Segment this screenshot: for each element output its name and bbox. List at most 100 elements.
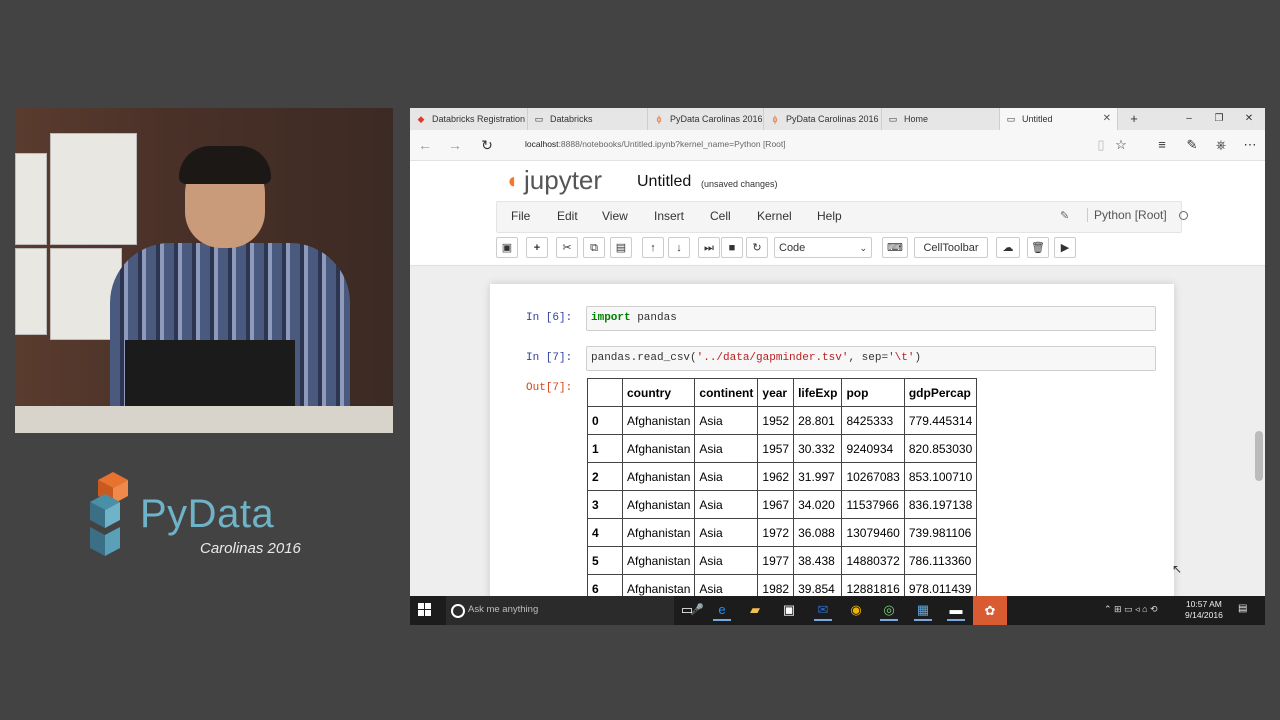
new-tab-button[interactable]: + [1124,108,1144,130]
move-down-button[interactable]: ↓ [668,237,690,258]
tab-home[interactable]: ▭ Home [882,108,1000,130]
tab-databricks-registration[interactable]: ◆ Databricks Registration [410,108,528,130]
cortana-search-box[interactable]: Ask me anything 🎤 [446,596,704,625]
input-prompt: In [7]: [526,352,573,364]
terminal-app-icon[interactable]: ▦ [914,601,932,621]
tab-untitled[interactable]: ▭ Untitled ✕ [1000,108,1118,130]
task-view-icon[interactable]: ▭ [678,601,696,619]
notification-icon[interactable]: ▤ [1238,603,1252,615]
close-window-button[interactable]: ✕ [1234,108,1264,130]
menu-edit[interactable]: Edit [557,209,578,223]
pydata-icon: ϕ [656,114,662,124]
more-icon[interactable]: ⋯ [1241,136,1259,154]
close-tab-icon[interactable]: ✕ [1103,108,1111,130]
table-cell: 1962 [757,462,795,491]
output-prompt: Out[7]: [526,382,573,394]
celltoolbar-button[interactable]: CellToolbar [914,237,988,258]
hub-icon[interactable]: ≡ [1153,136,1171,154]
edit-pencil-icon[interactable]: ✎ [1060,209,1069,222]
reading-view-icon[interactable]: ▯ [1092,136,1110,154]
tab-pydata-1[interactable]: ϕ PyData Carolinas 2016 [648,108,764,130]
table-cell: 13079460 [841,518,905,547]
present-button[interactable]: ▶ [1054,237,1076,258]
insert-cell-button[interactable]: + [526,237,548,258]
store-icon[interactable]: ▣ [780,601,798,619]
restore-button[interactable]: ❐ [1204,108,1234,130]
table-index-cell: 1 [587,434,623,463]
page-scrollbar[interactable] [1255,431,1263,481]
edge-browser-icon[interactable]: e [713,601,731,621]
menu-cell[interactable]: Cell [710,209,731,223]
web-note-icon[interactable]: ✎ [1183,136,1201,154]
table-cell: Afghanistan [621,462,696,491]
table-cell: 1952 [757,406,795,435]
delete-button[interactable]: 🗑 [1027,237,1049,258]
outlook-icon[interactable]: ✉ [814,601,832,621]
share-icon[interactable]: ⎈ [1212,136,1230,154]
tab-databricks[interactable]: ▭ Databricks [528,108,648,130]
tab-pydata-2[interactable]: ϕ PyData Carolinas 2016 [764,108,882,130]
pydata-wordmark: PyData [140,492,275,536]
step-forward-icon: ⏭ [704,242,714,254]
wall-poster [15,153,47,245]
table-cell: 1977 [757,546,795,575]
notebook-name[interactable]: Untitled [637,173,691,191]
table-cell: 31.997 [793,462,843,491]
menu-insert[interactable]: Insert [654,209,684,223]
jupyter-app-icon[interactable]: ✿ [973,596,1007,625]
menu-view[interactable]: View [602,209,628,223]
table-header-cell: lifeExp [793,378,843,407]
file-explorer-icon[interactable]: ▰ [746,601,764,619]
table-header-cell [587,378,623,407]
app-icon[interactable]: ◎ [880,601,898,621]
cell-type-select[interactable]: Code ⌄ [774,237,872,258]
table-index-cell: 5 [587,546,623,575]
back-button[interactable]: ← [414,135,436,155]
cloud-upload-icon: ☁ [1002,242,1014,254]
jupyter-logo-icon: ◖ [505,168,519,193]
minimize-button[interactable]: – [1174,108,1204,130]
search-placeholder: Ask me anything [468,604,539,615]
upload-button[interactable]: ☁ [996,237,1020,258]
menu-help[interactable]: Help [817,209,842,223]
menu-kernel[interactable]: Kernel [757,209,792,223]
restart-kernel-button[interactable]: ↻ [746,237,768,258]
databricks-icon: ◆ [417,114,425,124]
forward-button[interactable]: → [444,135,466,155]
table-cell: 820.853030 [903,434,978,463]
cortana-icon [451,604,465,618]
menu-file[interactable]: File [511,209,530,223]
table-cell: 779.445314 [903,406,978,435]
interrupt-button[interactable]: ■ [721,237,743,258]
url-field[interactable]: localhost:8888/notebooks/Untitled.ipynb?… [525,139,786,149]
chrome-icon[interactable]: ◉ [847,601,865,619]
chevron-down-icon: ⌄ [859,243,867,253]
copy-button[interactable]: ⧉ [583,237,605,258]
jupyter-logo[interactable]: ◖ jupyter [505,166,625,196]
tab-label: Databricks [550,114,593,124]
plus-icon: + [533,242,541,254]
move-up-button[interactable]: ↑ [642,237,664,258]
table-cell: Asia [694,490,759,519]
table-cell: Asia [694,406,759,435]
kernel-name: Python [Root] [1087,208,1167,222]
command-palette-button[interactable]: ⌨ [882,237,908,258]
paste-button[interactable]: ▤ [610,237,632,258]
code-cell-input[interactable]: import pandas [586,306,1156,331]
favorite-star-icon[interactable]: ☆ [1112,136,1130,154]
save-button[interactable]: ▣ [496,237,518,258]
system-tray-icons[interactable]: ⌃ ⊞ ▭ ◃ ⌂ ⟲ [1104,604,1158,615]
page-icon: ▭ [1006,114,1016,124]
code-cell-input[interactable]: pandas.read_csv('../data/gapminder.tsv',… [586,346,1156,371]
table-cell: 853.100710 [903,462,978,491]
run-cell-button[interactable]: ⏭ [698,237,720,258]
refresh-button[interactable]: ↻ [476,135,498,155]
page-icon: ▭ [534,114,544,124]
tab-bar: ◆ Databricks Registration ▭ Databricks ϕ… [410,108,1265,130]
table-cell: 1957 [757,434,795,463]
command-prompt-icon[interactable]: ▬ [947,601,965,621]
windows-start-icon[interactable] [418,603,432,617]
cut-button[interactable]: ✂ [556,237,578,258]
menu-bar: File Edit View Insert Cell Kernel Help ✎… [496,201,1188,233]
taskbar-clock[interactable]: 10:57 AM 9/14/2016 [1185,599,1223,621]
